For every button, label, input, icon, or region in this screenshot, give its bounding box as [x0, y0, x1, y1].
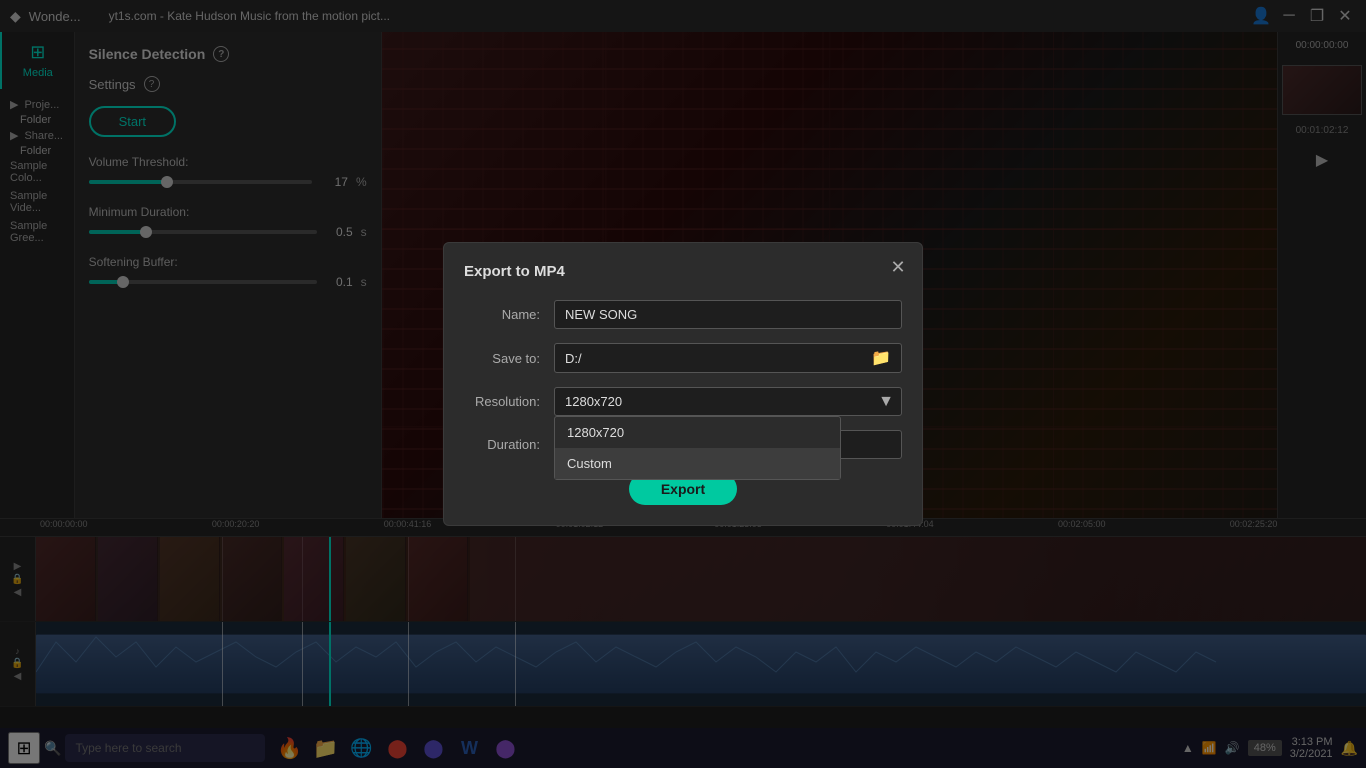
modal-saveto-value: D:/ [565, 351, 871, 366]
resolution-dropdown-menu: 1280x720 Custom [554, 416, 841, 480]
dropdown-option-1280x720[interactable]: 1280x720 [555, 417, 840, 448]
modal-resolution-row: Resolution: 1280x720 Custom ▼ 1280x720 C… [464, 387, 902, 416]
modal-overlay[interactable]: Export to MP4 ✕ Name: Save to: D:/ 📁 Res… [0, 0, 1366, 768]
modal-resolution-label: Resolution: [464, 394, 554, 409]
export-modal: Export to MP4 ✕ Name: Save to: D:/ 📁 Res… [443, 242, 923, 526]
modal-browse-button[interactable]: 📁 [871, 348, 891, 368]
modal-resolution-wrapper: 1280x720 Custom ▼ 1280x720 Custom [554, 387, 902, 416]
modal-name-row: Name: [464, 300, 902, 329]
modal-saveto-row: Save to: D:/ 📁 [464, 343, 902, 373]
modal-saveto-label: Save to: [464, 351, 554, 366]
modal-name-input[interactable] [554, 300, 902, 329]
modal-resolution-select[interactable]: 1280x720 Custom [554, 387, 902, 416]
modal-duration-label: Duration: [464, 437, 554, 452]
modal-saveto-field: D:/ 📁 [554, 343, 902, 373]
dropdown-option-custom[interactable]: Custom [555, 448, 840, 479]
modal-close-button[interactable]: ✕ [886, 255, 910, 279]
modal-title: Export to MP4 [464, 263, 902, 280]
modal-name-label: Name: [464, 307, 554, 322]
